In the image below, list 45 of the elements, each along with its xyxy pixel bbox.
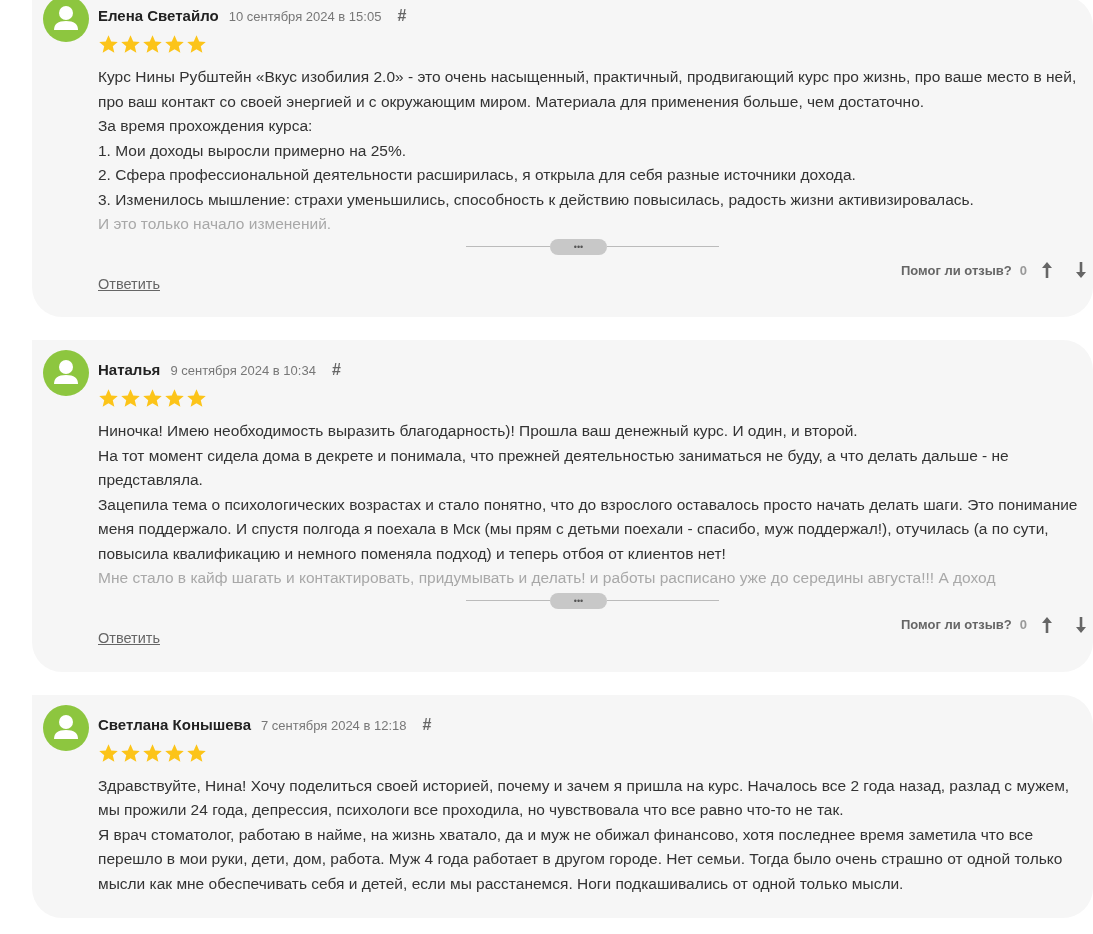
arrow-down-icon[interactable] bbox=[1075, 616, 1087, 633]
review-text: За время прохождения курса: bbox=[98, 116, 314, 136]
star-icon bbox=[142, 742, 163, 764]
review-text: Зацепила тема о психологических возрастах и стало понятно, что до взрослого оставалось просто начать делать шаги. Это понимание меня поддержало. И спустя полгода я поехала в Мск (мы прям с детьми поехали - спасибо, муж поддержал!), отучилась (а по сути, повысила квалификацию и немного поменяла подход) и теперь отбоя от клиентов нет! bbox=[98, 494, 1079, 564]
helpful-count: 0 bbox=[1019, 615, 1027, 634]
review-text: 1. Мои доходы выросли примерно на 25%. bbox=[98, 140, 407, 161]
review-text: Курс Нины Рубштейн «Вкус изобилия 2.0» - это очень насыщенный, практичный, продвигающий курс про жизнь, про ваше место в ней, про ваш контакт со своей энергией и с окружающим миром. Материала для применения больше, чем достаточно. bbox=[98, 67, 1078, 112]
faded-text: И это только начало изменений. bbox=[98, 214, 333, 234]
avatar-icon bbox=[43, 350, 89, 397]
star-icon bbox=[120, 742, 141, 764]
review-text: Я врач стоматолог, работаю в найме, на жизнь хватало, да и муж не обижал финансово, хотя последнее время заметила что все перешло в мои руки, дети, дом, работа. Муж 4 года работает в другом городе. Нет семьи. Тогда было очень страшно от одной только мысли как мне обеспечивать себя и детей, если мы расстанемся. Ноги подкашивались от одной только мысли. bbox=[98, 824, 1064, 894]
arrow-up-icon[interactable] bbox=[1041, 262, 1053, 279]
permalink[interactable]: # bbox=[422, 712, 432, 737]
star-icon bbox=[98, 742, 119, 764]
expand-button[interactable]: ••• bbox=[550, 592, 607, 609]
star-icon bbox=[142, 34, 163, 55]
star-icon bbox=[164, 34, 185, 55]
author-name: Светлана Конышева bbox=[98, 714, 251, 735]
author-name: Наталья bbox=[98, 360, 161, 381]
star-icon bbox=[98, 34, 119, 55]
review-text: 3. Изменилось мышление: страхи уменьшились, способность к действию повысилась, радость жизни активизировалась. bbox=[98, 189, 975, 210]
reply-link[interactable]: Ответить bbox=[98, 273, 160, 296]
star-icon bbox=[164, 742, 185, 764]
review-date: 9 сентября 2024 в 10:34 bbox=[170, 362, 316, 381]
faded-text: Мне стало в кайф шагать и контактировать, придумывать и делать! и работы расписано уже до середины августа!!! А доход bbox=[98, 568, 997, 589]
permalink[interactable]: # bbox=[397, 4, 407, 28]
review-date: 10 сентября 2024 в 15:05 bbox=[228, 8, 382, 26]
review-text: Ниночка! Имею необходимость выразить благодарность)! Прошла ваш денежный курс. И один, и второй. bbox=[98, 421, 859, 442]
expand-button[interactable]: ••• bbox=[550, 238, 607, 255]
reply-link[interactable]: Ответить bbox=[98, 627, 160, 650]
star-icon bbox=[120, 34, 141, 55]
permalink[interactable]: # bbox=[331, 358, 341, 383]
helpful-count: 0 bbox=[1019, 261, 1027, 280]
review-text: На тот момент сидела дома в декрете и понимала, что прежней деятельностью заниматься не буду, а что делать дальше - не представляла. bbox=[98, 445, 1010, 491]
arrow-down-icon[interactable] bbox=[1075, 262, 1087, 279]
review-text: 2. Сфера профессиональной деятельности расширилась, я открыла для себя разные источники дохода. bbox=[98, 165, 857, 185]
star-icon bbox=[186, 742, 207, 764]
arrow-up-icon[interactable] bbox=[1041, 616, 1053, 633]
review-date: 7 сентября 2024 в 12:18 bbox=[261, 716, 407, 735]
helpful-label: Помог ли отзыв? bbox=[900, 615, 1012, 634]
review-text: Здравствуйте, Нина! Хочу поделиться своей историей, почему и зачем я пришла на курс. Началось все 2 года назад, разлад с мужем, мы прожили 24 года, депрессия, психологи все проходила, но чувствовала что все равно что-то не так. bbox=[98, 775, 1071, 820]
helpful-label: Помог ли отзыв? bbox=[900, 261, 1012, 280]
avatar-icon bbox=[43, 704, 89, 751]
author-name: Елена Светайло bbox=[98, 6, 219, 26]
star-icon bbox=[186, 34, 207, 55]
